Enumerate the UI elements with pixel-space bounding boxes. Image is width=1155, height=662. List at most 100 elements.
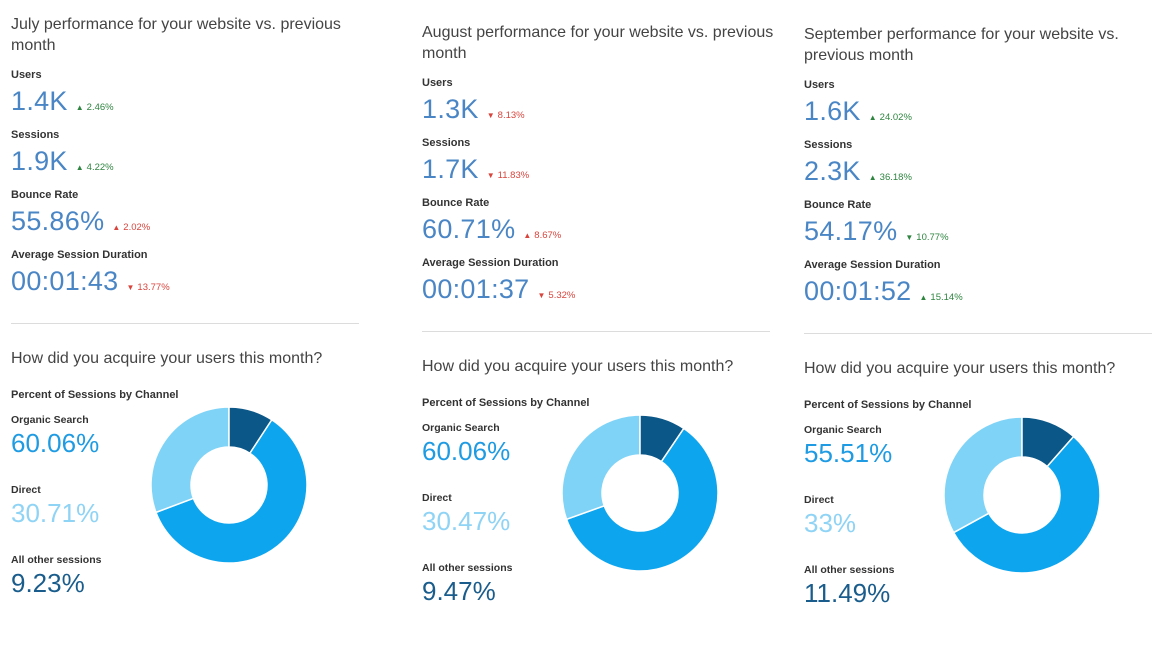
metric-label: Bounce Rate bbox=[804, 199, 872, 211]
channel-label-organic: Organic Search bbox=[11, 414, 89, 426]
metric-delta-value: 4.22% bbox=[86, 162, 114, 173]
metric-delta: ▲ 24.02% bbox=[869, 112, 912, 123]
report-column-july: July performance for your website vs. pr… bbox=[11, 0, 361, 652]
channel-label-other: All other sessions bbox=[11, 554, 102, 566]
donut-slice-direct bbox=[150, 406, 230, 514]
channel-value-organic: 60.06% bbox=[11, 428, 100, 458]
metric-delta-value: 2.46% bbox=[86, 102, 114, 113]
metric-value: 55.86% bbox=[11, 206, 105, 236]
channel-value-organic: 60.06% bbox=[422, 436, 511, 466]
metric-delta-value: 8.67% bbox=[534, 230, 562, 241]
metric-delta: ▼ 10.77% bbox=[905, 232, 948, 243]
metric-delta-value: 8.13% bbox=[497, 110, 525, 121]
metric-row: 1.9K ▲ 4.22% bbox=[11, 146, 361, 176]
channel-value-other: 11.49% bbox=[804, 578, 891, 608]
metric-delta: ▼ 5.32% bbox=[538, 290, 576, 301]
metric-row: 1.6K ▲ 24.02% bbox=[804, 96, 1154, 126]
metric-value: 1.3K bbox=[422, 94, 479, 124]
metric-value: 1.6K bbox=[804, 96, 861, 126]
metric-value: 00:01:37 bbox=[422, 274, 530, 304]
donut-slice-direct bbox=[561, 414, 641, 521]
metric-value: 00:01:43 bbox=[11, 266, 119, 296]
metric-label: Users bbox=[804, 79, 835, 91]
donut-slice-direct bbox=[943, 416, 1023, 534]
metric-row: 2.3K ▲ 36.18% bbox=[804, 156, 1154, 186]
report-column-august: August performance for your website vs. … bbox=[422, 8, 773, 660]
chart-title: Percent of Sessions by Channel bbox=[804, 399, 972, 411]
channel-label-direct: Direct bbox=[422, 492, 452, 504]
metric-value: 1.4K bbox=[11, 86, 68, 116]
acquisition-body: Organic Search 60.06% Direct 30.47% All … bbox=[422, 409, 772, 609]
channel-label-other: All other sessions bbox=[422, 562, 513, 574]
metric-label: Sessions bbox=[11, 129, 60, 141]
acquisition-title: How did you acquire your users this mont… bbox=[422, 358, 734, 375]
metric-delta: ▲ 8.67% bbox=[523, 230, 561, 241]
metric-value: 54.17% bbox=[804, 216, 898, 246]
metric-delta: ▼ 13.77% bbox=[127, 282, 170, 293]
performance-title: July performance for your website vs. pr… bbox=[11, 16, 341, 54]
acquisition-body: Organic Search 55.51% Direct 33% All oth… bbox=[804, 411, 1154, 611]
metric-value: 1.7K bbox=[422, 154, 479, 184]
metric-delta-value: 5.32% bbox=[548, 290, 576, 301]
acquisition-body: Organic Search 60.06% Direct 30.71% All … bbox=[11, 401, 361, 601]
metric-delta-value: 2.02% bbox=[123, 222, 151, 233]
channel-label-organic: Organic Search bbox=[422, 422, 500, 434]
metric-row: 1.7K ▼ 11.83% bbox=[422, 154, 772, 184]
sessions-donut-chart bbox=[561, 414, 719, 572]
metric-row: 00:01:37 ▼ 5.32% bbox=[422, 274, 772, 304]
arrow-up-icon: ▲ bbox=[523, 231, 532, 240]
chart-title: Percent of Sessions by Channel bbox=[422, 397, 590, 409]
metric-delta-value: 10.77% bbox=[916, 232, 949, 243]
channel-label-organic: Organic Search bbox=[804, 424, 882, 436]
arrow-up-icon: ▲ bbox=[112, 223, 121, 232]
metric-delta: ▲ 15.14% bbox=[920, 292, 963, 303]
metric-row: 1.4K ▲ 2.46% bbox=[11, 86, 361, 116]
channel-value-direct: 30.47% bbox=[422, 506, 511, 536]
metric-delta: ▲ 2.02% bbox=[112, 222, 150, 233]
metric-value: 00:01:52 bbox=[804, 276, 912, 306]
report-column-september: September performance for your website v… bbox=[804, 10, 1154, 662]
metric-row: 1.3K ▼ 8.13% bbox=[422, 94, 772, 124]
acquisition-title: How did you acquire your users this mont… bbox=[11, 350, 323, 367]
metric-delta-value: 15.14% bbox=[930, 292, 963, 303]
performance-title: August performance for your website vs. … bbox=[422, 24, 774, 62]
metric-label: Average Session Duration bbox=[804, 259, 941, 271]
metric-delta-value: 24.02% bbox=[879, 112, 912, 123]
metric-delta: ▲ 36.18% bbox=[869, 172, 912, 183]
metric-label: Average Session Duration bbox=[422, 257, 559, 269]
metric-row: 55.86% ▲ 2.02% bbox=[11, 206, 361, 236]
channel-label-direct: Direct bbox=[804, 494, 834, 506]
channel-value-other: 9.47% bbox=[422, 576, 496, 606]
metric-label: Bounce Rate bbox=[11, 189, 79, 201]
section-divider bbox=[804, 333, 1152, 334]
arrow-down-icon: ▼ bbox=[905, 233, 914, 242]
metric-label: Users bbox=[11, 69, 42, 81]
metric-label: Sessions bbox=[422, 137, 471, 149]
arrow-up-icon: ▲ bbox=[919, 293, 928, 302]
arrow-up-icon: ▲ bbox=[75, 163, 84, 172]
acquisition-title: How did you acquire your users this mont… bbox=[804, 360, 1116, 377]
metric-delta: ▲ 2.46% bbox=[76, 102, 114, 113]
metric-delta-value: 11.83% bbox=[497, 170, 530, 181]
metric-delta-value: 36.18% bbox=[879, 172, 912, 183]
sessions-donut-chart bbox=[150, 406, 308, 564]
metric-value: 60.71% bbox=[422, 214, 516, 244]
metric-row: 54.17% ▼ 10.77% bbox=[804, 216, 1154, 246]
channel-value-direct: 30.71% bbox=[11, 498, 100, 528]
chart-title: Percent of Sessions by Channel bbox=[11, 389, 179, 401]
metric-value: 2.3K bbox=[804, 156, 861, 186]
metric-value: 1.9K bbox=[11, 146, 68, 176]
section-divider bbox=[11, 323, 359, 324]
arrow-down-icon: ▼ bbox=[486, 171, 495, 180]
metric-label: Sessions bbox=[804, 139, 853, 151]
arrow-down-icon: ▼ bbox=[537, 291, 546, 300]
metric-delta: ▲ 4.22% bbox=[76, 162, 114, 173]
metric-delta-value: 13.77% bbox=[137, 282, 170, 293]
metric-row: 00:01:52 ▲ 15.14% bbox=[804, 276, 1154, 306]
channel-value-direct: 33% bbox=[804, 508, 857, 538]
sessions-donut-chart bbox=[943, 416, 1101, 574]
arrow-up-icon: ▲ bbox=[868, 113, 877, 122]
metric-label: Bounce Rate bbox=[422, 197, 490, 209]
metric-delta: ▼ 11.83% bbox=[487, 170, 529, 181]
performance-title: September performance for your website v… bbox=[804, 26, 1119, 64]
